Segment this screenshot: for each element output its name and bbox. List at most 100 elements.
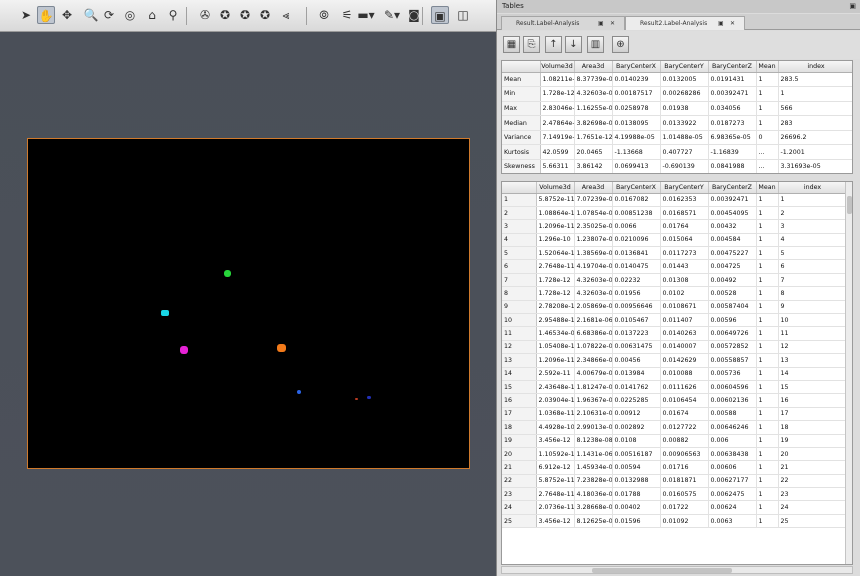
table-cell[interactable]: 1.01488e-05 <box>660 130 709 146</box>
row-header[interactable]: 10 <box>502 313 537 328</box>
table-cell[interactable]: 1 <box>756 514 779 529</box>
table-cell[interactable]: 0.0225285 <box>612 393 661 408</box>
table-cell[interactable]: 5.8752e-11 <box>536 193 575 207</box>
table-cell[interactable]: 0.004725 <box>708 259 757 274</box>
table-cell[interactable]: 8.37739e-07 <box>574 72 613 88</box>
table-cell[interactable]: 0.0102 <box>660 286 709 301</box>
row-header[interactable]: 12 <box>502 340 537 355</box>
table-cell[interactable]: 1 <box>756 206 779 221</box>
row-header[interactable]: 16 <box>502 393 537 408</box>
sort-descending-icon[interactable]: ↓ <box>565 36 582 53</box>
pointer-icon[interactable]: ➤ <box>17 6 35 24</box>
zoom-icon[interactable]: 🔍 <box>80 6 102 24</box>
table-cell[interactable]: 1 <box>756 500 779 515</box>
table-cell[interactable]: 0.0117273 <box>660 246 709 261</box>
table-cell[interactable]: 0.01938 <box>660 101 709 117</box>
table-cell[interactable]: 1 <box>756 326 779 341</box>
table-row[interactable]: 111.46534e-096.68386e-060.01372230.01402… <box>502 326 848 341</box>
table-cell[interactable]: 1 <box>756 233 779 248</box>
row-header[interactable]: 1 <box>502 193 537 207</box>
table-row[interactable]: 81.728e-124.32603e-080.019560.01020.0052… <box>502 286 848 301</box>
tab-close-icon[interactable]: ✕ <box>730 17 735 31</box>
measure-icon[interactable]: ⚟ <box>338 6 356 24</box>
table-row[interactable]: 162.03904e-101.96367e-060.02252850.01064… <box>502 393 848 408</box>
table-cell[interactable]: 1 <box>756 447 779 462</box>
table-cell[interactable]: 0.00851238 <box>612 206 661 221</box>
table-cell[interactable]: 1.52064e-10 <box>536 246 575 261</box>
rotate-icon[interactable]: ⟳ <box>100 6 118 24</box>
table-cell[interactable]: 1 <box>756 393 779 408</box>
horizontal-scrollbar[interactable] <box>501 566 853 574</box>
table-row[interactable]: 152.43648e-101.81247e-060.01417620.01116… <box>502 380 848 395</box>
table-row[interactable]: 225.8752e-117.23828e-070.01329880.018187… <box>502 474 848 489</box>
table-cell[interactable]: 1 <box>756 407 779 422</box>
table-row[interactable]: 71.728e-124.32603e-080.022320.013080.004… <box>502 273 848 288</box>
table-cell[interactable]: 2.03904e-10 <box>536 393 575 408</box>
line-style-icon[interactable]: ▬▾ <box>355 6 377 24</box>
table-row[interactable]: 121.05408e-101.07822e-060.006314750.0140… <box>502 340 848 355</box>
table-cell[interactable]: 11 <box>778 326 848 341</box>
table-row[interactable]: 92.78208e-102.05869e-060.009566460.01086… <box>502 300 848 315</box>
row-header[interactable]: Median <box>502 115 541 131</box>
table-cell[interactable]: 0.0181871 <box>660 474 709 489</box>
table-cell[interactable]: 0.010088 <box>660 367 709 381</box>
table-cell[interactable]: 0.0841988 <box>708 159 757 173</box>
table-cell[interactable]: 0.0133922 <box>660 115 709 131</box>
row-header[interactable]: 9 <box>502 300 537 315</box>
table-cell[interactable]: 0.00624 <box>708 500 757 515</box>
table-cell[interactable]: 0.00631475 <box>612 340 661 355</box>
table-row[interactable]: 131.2096e-112.34866e-070.004560.01426290… <box>502 353 848 368</box>
table-row[interactable]: 184.4928e-102.99013e-060.0028920.0127722… <box>502 420 848 435</box>
table-cell[interactable]: 283 <box>778 115 852 131</box>
scroll-thumb[interactable] <box>847 196 852 214</box>
table-cell[interactable]: 0.0127722 <box>660 420 709 435</box>
table-cell[interactable]: 2.99013e-06 <box>574 420 613 435</box>
table-cell[interactable]: 1 <box>756 72 779 88</box>
sort-ascending-icon[interactable]: ↑ <box>545 36 562 53</box>
table-cell[interactable]: 0.0140239 <box>612 72 661 88</box>
table-cell[interactable]: 1.0368e-11 <box>536 407 575 422</box>
table-cell[interactable]: 0.00268286 <box>660 86 709 102</box>
perspective-icon[interactable]: ⚲ <box>164 6 182 24</box>
table-cell[interactable]: 1.07822e-06 <box>574 340 613 355</box>
table-cell[interactable]: 0.00627177 <box>708 474 757 489</box>
table-row[interactable]: 232.7648e-114.18036e-070.017880.01605750… <box>502 487 848 502</box>
column-header[interactable]: BaryCenterY <box>660 61 709 73</box>
viewer-panel[interactable]: ➤ ✋ ✥ 🔍 ⟳ ◎ ⌂ ⚲ ✇ ✪ ✪ ✪ ⪡ ⦾ ⚟ ▬▾ ✎▾ ◙ ▣ ◫ <box>0 0 496 576</box>
table-cell[interactable]: 6.912e-12 <box>536 460 575 475</box>
table-cell[interactable]: ... <box>756 144 779 161</box>
table-cell[interactable]: 0.00906563 <box>660 447 709 462</box>
table-cell[interactable]: 0.0142629 <box>660 353 709 368</box>
column-header[interactable]: index <box>778 61 852 73</box>
row-header[interactable]: 3 <box>502 219 537 234</box>
table-cell[interactable]: 2.43648e-10 <box>536 380 575 395</box>
table-cell[interactable]: 21 <box>778 460 848 475</box>
table-cell[interactable]: 8.12625e-08 <box>574 514 613 529</box>
table-cell[interactable]: 0.0111626 <box>660 380 709 395</box>
table-cell[interactable]: 0.01443 <box>660 259 709 274</box>
table-cell[interactable]: 3.28668e-07 <box>574 500 613 515</box>
table-cell[interactable]: 1.10592e-10 <box>536 447 575 462</box>
table-cell[interactable]: 0.015064 <box>660 233 709 248</box>
table-cell[interactable]: 24 <box>778 500 848 515</box>
row-header[interactable]: Skewness <box>502 159 541 173</box>
table-cell[interactable]: 20.0465 <box>574 144 613 161</box>
row-header[interactable]: 25 <box>502 514 537 529</box>
export-icon[interactable]: ⎘ <box>523 36 540 53</box>
table-row[interactable]: 102.95488e-102.1681e-060.01054670.011407… <box>502 313 848 328</box>
table-cell[interactable]: 1 <box>756 259 779 274</box>
table-cell[interactable]: 7 <box>778 273 848 288</box>
render-canvas[interactable] <box>27 138 470 469</box>
tab-result-label-analysis[interactable]: Result.Label-Analysis ▣ ✕ <box>501 16 625 30</box>
table-cell[interactable]: 0.0063 <box>708 514 757 529</box>
table-cell[interactable]: 1 <box>756 193 779 207</box>
table-cell[interactable]: 23 <box>778 487 848 502</box>
table-cell[interactable]: 17 <box>778 407 848 422</box>
table-row[interactable]: 31.2096e-112.35025e-070.00660.017640.004… <box>502 219 848 234</box>
table-cell[interactable]: 1.728e-12 <box>540 86 575 102</box>
table-cell[interactable]: 2.7648e-11 <box>536 487 575 502</box>
row-header[interactable]: 8 <box>502 286 537 301</box>
table-cell[interactable]: 0.0162353 <box>660 193 709 207</box>
table-cell[interactable]: 1 <box>756 286 779 301</box>
table-cell[interactable]: 0.0210096 <box>612 233 661 248</box>
